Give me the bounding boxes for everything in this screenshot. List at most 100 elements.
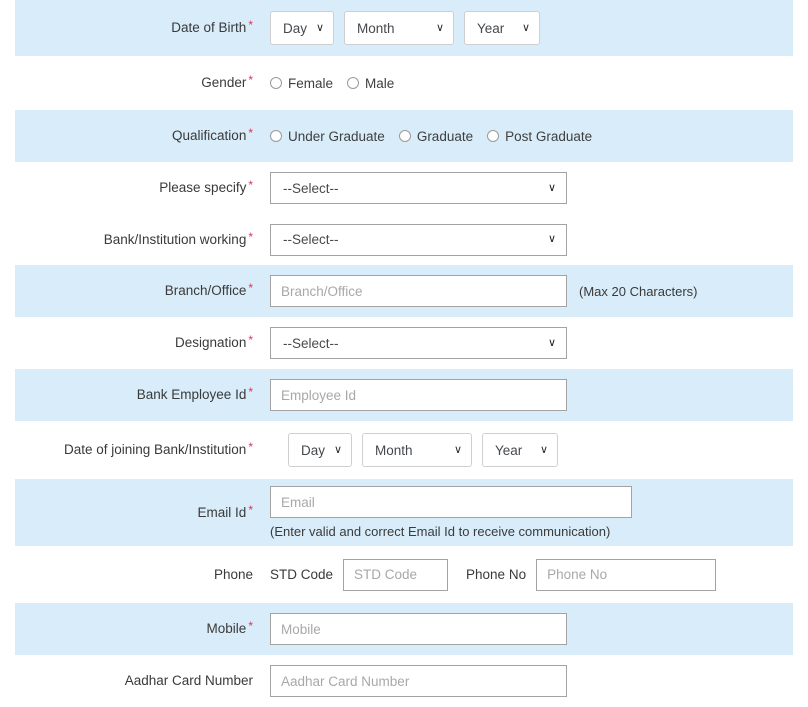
email-id-input[interactable] — [270, 486, 632, 518]
doj-month-value: Month — [375, 442, 413, 458]
bank-institution-working-select[interactable]: --Select-- ∨ — [270, 223, 567, 256]
required-asterisk: * — [248, 178, 253, 193]
form-row-aadhar-card-number: Aadhar Card Number — [0, 655, 808, 707]
field-aadhar-card-number — [270, 665, 793, 697]
chevron-down-icon: ∨ — [547, 181, 556, 194]
phone-no-label: Phone No — [466, 567, 527, 582]
radio-icon — [487, 130, 500, 142]
radio-label: Graduate — [416, 128, 474, 144]
label-text: Branch/Office — [164, 283, 247, 299]
std-code-input[interactable] — [343, 558, 449, 591]
label-qualification: Qualification * — [15, 127, 270, 145]
radio-gender-female[interactable]: Female — [270, 76, 333, 91]
please-specify-select[interactable]: --Select-- ∨ — [270, 172, 567, 204]
radio-qualification-graduate[interactable]: Graduate — [398, 128, 474, 144]
std-code-label: STD Code — [270, 567, 334, 582]
radio-gender-male[interactable]: Male — [347, 76, 394, 91]
designation-select[interactable]: --Select-- ∨ — [270, 327, 567, 359]
label-text: Bank/Institution working — [103, 231, 247, 247]
label-phone: Phone — [15, 566, 270, 584]
required-asterisk: * — [248, 126, 253, 141]
branch-office-hint: (Max 20 Characters) — [579, 283, 698, 299]
dob-month-select[interactable]: Month ∨ — [344, 11, 454, 45]
label-email-id: Email Id * — [15, 504, 270, 522]
label-text: Please specify — [159, 180, 247, 196]
chevron-down-icon: ∨ — [547, 336, 556, 349]
radio-label: Post Graduate — [505, 128, 593, 144]
form-row-date-of-joining: Date of joining Bank/Institution * Day ∨ … — [0, 421, 808, 479]
form-row-email-id: Email Id* (Enter valid and correct Email… — [0, 479, 808, 546]
label-text: Bank Employee Id — [136, 387, 247, 403]
form-row-phone: Phone STD Code Phone No — [0, 546, 808, 603]
doj-year-select[interactable]: Year ∨ — [482, 433, 558, 467]
phone-no-input[interactable] — [536, 558, 717, 591]
field-designation: --Select-- ∨ — [270, 327, 793, 359]
branch-office-input[interactable] — [270, 275, 567, 307]
dob-year-select[interactable]: Year ∨ — [464, 11, 540, 45]
label-text: Designation — [175, 335, 247, 351]
registration-form: Date of Birth * Day ∨ Month ∨ Year ∨ Gend… — [0, 0, 808, 707]
label-text: Email Id — [197, 504, 247, 520]
label-mobile: Mobile * — [15, 620, 270, 638]
form-row-mobile: Mobile * — [0, 603, 808, 655]
aadhar-card-number-input[interactable] — [270, 665, 567, 697]
field-branch-office: (Max 20 Characters) — [270, 275, 793, 307]
required-asterisk: * — [248, 333, 253, 348]
radio-icon — [398, 130, 411, 142]
radio-label: Male — [365, 75, 395, 91]
field-date-of-birth: Day ∨ Month ∨ Year ∨ — [270, 11, 793, 45]
qualification-radio-group: Under Graduate Graduate Post Graduate — [270, 129, 592, 144]
label-designation: Designation * — [15, 334, 270, 352]
doj-year-value: Year — [495, 442, 523, 458]
label-date-of-joining: Date of joining Bank/Institution * — [15, 441, 270, 459]
field-mobile — [270, 613, 793, 645]
label-text: Gender — [201, 75, 247, 91]
label-branch-office: Branch/Office * — [15, 282, 270, 300]
label-text: Date of Birth — [171, 20, 247, 36]
label-please-specify: Please specify * — [15, 179, 270, 197]
field-date-of-joining: Day ∨ Month ∨ Year ∨ — [270, 433, 793, 467]
doj-day-select[interactable]: Day ∨ — [288, 433, 352, 467]
label-aadhar-card-number: Aadhar Card Number — [15, 672, 270, 690]
please-specify-value: --Select-- — [283, 180, 339, 196]
label-text: Mobile — [206, 621, 247, 637]
dob-month-value: Month — [357, 20, 395, 36]
required-asterisk: * — [248, 619, 253, 634]
chevron-down-icon: ∨ — [435, 21, 444, 34]
required-asterisk: * — [248, 502, 253, 517]
form-row-branch-office: Branch/Office* (Max 20 Characters) — [0, 265, 808, 317]
bank-employee-id-input[interactable] — [270, 379, 567, 411]
chevron-down-icon: ∨ — [333, 443, 342, 456]
bank-institution-working-value: --Select-- — [283, 232, 339, 247]
radio-qualification-post-graduate[interactable]: Post Graduate — [487, 129, 592, 144]
form-row-qualification: Qualification * Under Graduate Graduate P… — [0, 110, 808, 162]
doj-day-value: Day — [301, 442, 326, 458]
label-text: Aadhar Card Number — [124, 673, 253, 689]
required-asterisk: * — [248, 385, 253, 400]
radio-icon — [347, 77, 360, 89]
mobile-input[interactable] — [270, 613, 567, 645]
chevron-down-icon: ∨ — [547, 233, 556, 245]
designation-value: --Select-- — [283, 335, 339, 351]
radio-icon — [270, 130, 282, 142]
label-bank-employee-id: Bank Employee Id * — [15, 386, 270, 404]
form-row-bank-institution-working: Bank/Institution working * --Select-- ∨ — [0, 214, 808, 265]
form-row-please-specify: Please specify * --Select-- ∨ — [0, 162, 808, 214]
label-bank-institution-working: Bank/Institution working * — [15, 231, 270, 249]
required-asterisk: * — [248, 18, 253, 33]
form-row-designation: Designation * --Select-- ∨ — [0, 317, 808, 369]
email-id-note: (Enter valid and correct Email Id to rec… — [270, 524, 611, 539]
chevron-down-icon: ∨ — [315, 21, 324, 34]
form-row-bank-employee-id: Bank Employee Id * — [0, 369, 808, 421]
dob-day-value: Day — [283, 20, 308, 36]
doj-month-select[interactable]: Month ∨ — [362, 433, 472, 467]
label-text: Date of joining Bank/Institution — [63, 442, 247, 458]
chevron-down-icon: ∨ — [539, 443, 548, 456]
chevron-down-icon: ∨ — [521, 21, 530, 34]
field-gender: Female Male — [270, 76, 793, 91]
dob-day-select[interactable]: Day ∨ — [270, 11, 334, 45]
chevron-down-icon: ∨ — [453, 443, 462, 456]
required-asterisk: * — [248, 440, 253, 455]
radio-qualification-under-graduate[interactable]: Under Graduate — [270, 129, 385, 144]
field-bank-institution-working: --Select-- ∨ — [270, 223, 793, 256]
